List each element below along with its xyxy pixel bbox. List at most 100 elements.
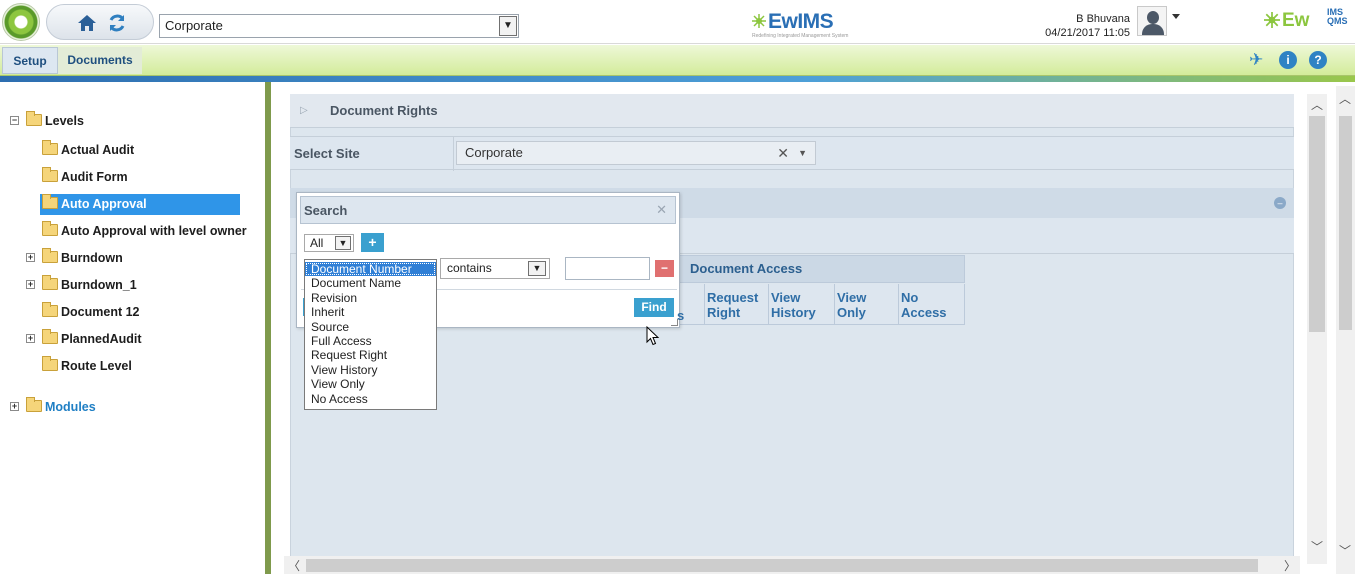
- panel-header: ▷ Document Rights: [290, 94, 1294, 128]
- folder-icon: [42, 140, 58, 155]
- chevron-down-icon[interactable]: ▼: [798, 142, 807, 164]
- tree-item[interactable]: Actual Audit: [0, 139, 260, 161]
- horizontal-scrollbar[interactable]: 〈 〉: [284, 556, 1300, 574]
- option-full-access[interactable]: Full Access: [305, 334, 436, 348]
- column-header-request-right[interactable]: Request Right: [705, 284, 769, 325]
- scroll-up-icon[interactable]: ︿: [1311, 96, 1323, 113]
- clear-icon[interactable]: ✕: [777, 142, 789, 164]
- menu-setup[interactable]: Setup: [2, 47, 58, 74]
- tree-item[interactable]: Auto Approval with level owner: [0, 220, 260, 242]
- info-icon[interactable]: i: [1279, 51, 1297, 69]
- user-name: B Bhuvana: [1076, 13, 1130, 25]
- add-condition-button[interactable]: +: [361, 233, 384, 252]
- scroll-thumb[interactable]: [306, 559, 1258, 572]
- tree-item[interactable]: Audit Form: [0, 166, 260, 188]
- option-no-access[interactable]: No Access: [305, 392, 436, 406]
- site-selector[interactable]: Corporate ▼: [159, 14, 519, 38]
- avatar[interactable]: [1137, 6, 1167, 36]
- tree-item[interactable]: + Burndown_1: [0, 274, 260, 296]
- tree-label: Document 12: [61, 305, 140, 319]
- collapse-icon[interactable]: −: [10, 116, 19, 125]
- tree-label: Actual Audit: [61, 143, 135, 157]
- expand-icon[interactable]: +: [26, 334, 35, 343]
- close-icon[interactable]: ✕: [656, 202, 667, 218]
- column-header-view-history[interactable]: View History: [769, 284, 835, 325]
- scroll-thumb[interactable]: [1339, 116, 1352, 330]
- panel-title: Document Rights: [330, 103, 438, 118]
- option-document-number[interactable]: Document Number: [305, 262, 436, 277]
- tree-label: Audit Form: [61, 170, 128, 184]
- page-vertical-scrollbar[interactable]: ︿ ﹀: [1336, 86, 1355, 574]
- option-request-right[interactable]: Request Right: [305, 348, 436, 362]
- refresh-icon[interactable]: [107, 13, 127, 33]
- remove-condition-button[interactable]: −: [655, 260, 674, 277]
- tree-label: Auto Approval with level owner: [61, 224, 247, 238]
- tree-item-selected[interactable]: Auto Approval: [0, 193, 260, 215]
- ewims-logo: EwIMS Redefining Integrated Management S…: [752, 10, 848, 39]
- field-options-list: Document Number Document Name Revision I…: [304, 259, 437, 410]
- scope-select[interactable]: All ▼: [304, 234, 354, 252]
- scroll-down-icon[interactable]: ﹀: [1311, 538, 1323, 555]
- option-source[interactable]: Source: [305, 320, 436, 334]
- option-revision[interactable]: Revision: [305, 291, 436, 305]
- document-access-header: Document Access: [679, 255, 965, 283]
- panel-vertical-scrollbar[interactable]: ︿ ﹀: [1307, 94, 1327, 564]
- expand-icon[interactable]: +: [26, 280, 35, 289]
- option-view-only[interactable]: View Only: [305, 377, 436, 391]
- tree-label: PlannedAudit: [61, 332, 142, 346]
- search-dialog-header[interactable]: Search ✕: [300, 196, 676, 224]
- brand2-sup: IMS QMS: [1327, 7, 1348, 26]
- folder-icon: [42, 275, 58, 290]
- scroll-right-icon[interactable]: 〉: [1284, 557, 1296, 574]
- menu-bar: Setup Documents ✈ i ?: [0, 45, 1355, 76]
- column-header-fragment: s: [677, 308, 685, 323]
- expand-icon[interactable]: +: [26, 253, 35, 262]
- option-inherit[interactable]: Inherit: [305, 305, 436, 319]
- scroll-down-icon[interactable]: ﹀: [1339, 542, 1351, 559]
- option-view-history[interactable]: View History: [305, 363, 436, 377]
- site-selector-value: Corporate: [165, 18, 223, 33]
- menu-documents[interactable]: Documents: [58, 47, 142, 74]
- scroll-left-icon[interactable]: 〈: [288, 557, 300, 574]
- find-button[interactable]: Find: [634, 298, 674, 317]
- pin-icon[interactable]: ✈: [1249, 50, 1263, 70]
- folder-icon: [26, 111, 42, 126]
- select-site-combo[interactable]: Corporate ✕ ▼: [456, 141, 816, 165]
- folder-icon: [42, 329, 58, 344]
- tree-item[interactable]: + Burndown: [0, 247, 260, 269]
- select-site-value: Corporate: [465, 145, 523, 160]
- chevron-down-icon[interactable]: ▼: [499, 16, 517, 36]
- chevron-down-icon[interactable]: ▼: [528, 261, 546, 276]
- help-icon[interactable]: ?: [1309, 51, 1327, 69]
- option-document-name[interactable]: Document Name: [305, 276, 436, 290]
- folder-icon: [26, 397, 42, 412]
- tree-item[interactable]: Route Level: [0, 355, 260, 377]
- operator-select[interactable]: contains ▼: [440, 258, 550, 279]
- tree-root-levels[interactable]: − Levels: [0, 110, 260, 132]
- ewqms-logo: Ew IMS QMS: [1264, 7, 1348, 34]
- tree-label: Route Level: [61, 359, 132, 373]
- top-header: Corporate ▼ EwIMS Redefining Integrated …: [0, 0, 1355, 44]
- home-icon[interactable]: [77, 13, 97, 33]
- column-header-view-only[interactable]: View Only: [835, 284, 899, 325]
- expand-icon[interactable]: +: [10, 402, 19, 411]
- scope-select-value: All: [310, 236, 324, 250]
- scroll-thumb[interactable]: [1309, 116, 1325, 332]
- caret-down-icon[interactable]: [1172, 14, 1180, 19]
- tree-label: Levels: [45, 114, 84, 128]
- chevron-down-icon[interactable]: ▼: [335, 236, 351, 250]
- nav-pill: [46, 4, 154, 40]
- select-site-label: Select Site: [294, 146, 360, 161]
- tree-item[interactable]: + PlannedAudit: [0, 328, 260, 350]
- scroll-up-icon[interactable]: ︿: [1339, 90, 1351, 107]
- collapse-toggle-icon[interactable]: ▷: [300, 105, 310, 117]
- tree-root-modules[interactable]: + Modules: [0, 396, 260, 418]
- collapse-circle-icon[interactable]: –: [1274, 197, 1286, 209]
- brand-tagline: Redefining Integrated Management System: [752, 33, 849, 39]
- app-logo-icon[interactable]: [2, 3, 40, 41]
- tree-label: Modules: [45, 400, 96, 414]
- tree-item[interactable]: Document 12: [0, 301, 260, 323]
- search-value-input[interactable]: [565, 257, 650, 280]
- column-header-no-access[interactable]: No Access: [899, 284, 965, 325]
- mouse-cursor-icon: [646, 326, 660, 346]
